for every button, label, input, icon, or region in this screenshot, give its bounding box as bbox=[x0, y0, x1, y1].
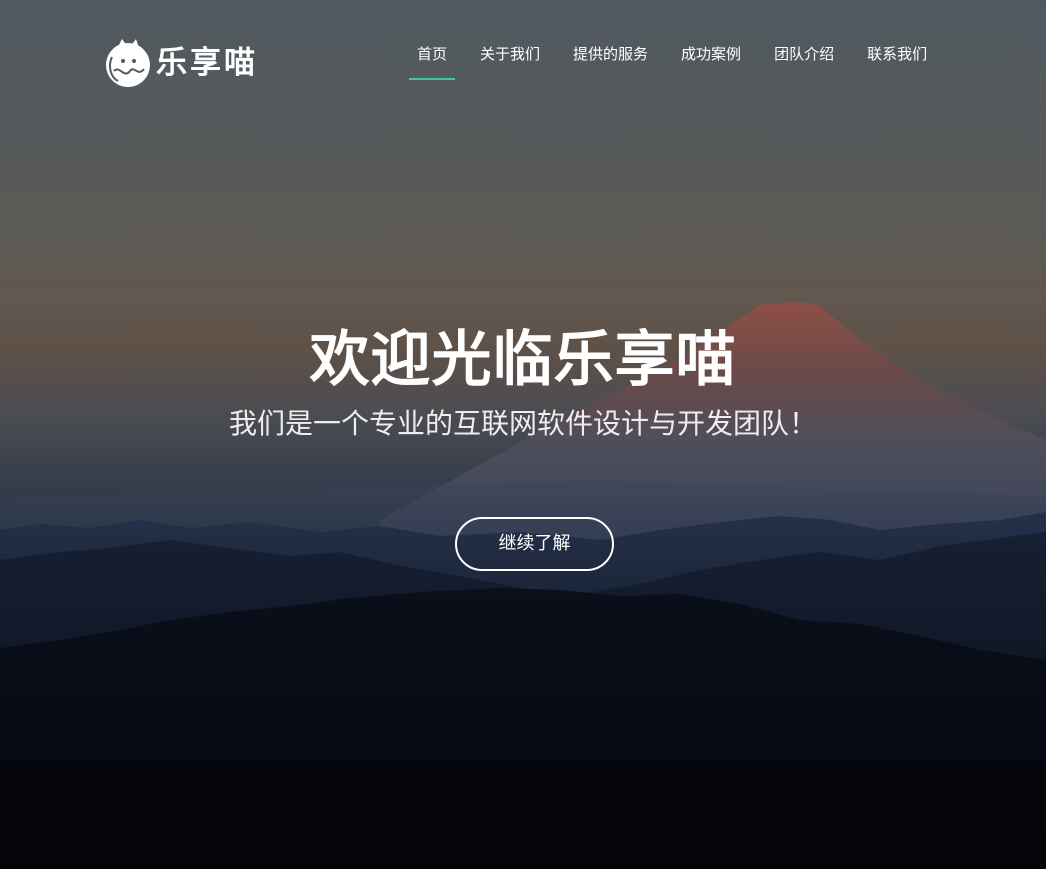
hero-section: 乐享喵 首页 关于我们 提供的服务 成功案例 团队介绍 联系我们 欢迎光临乐享喵… bbox=[0, 0, 1046, 869]
brand-name: 乐享喵 bbox=[156, 44, 258, 81]
hero-subtitle: 我们是一个专业的互联网软件设计与开发团队！ bbox=[228, 407, 817, 440]
nav-item-cases[interactable]: 成功案例 bbox=[671, 42, 751, 78]
brand-logo[interactable]: 乐享喵 bbox=[104, 37, 258, 89]
nav-item-about[interactable]: 关于我们 bbox=[470, 42, 550, 78]
learn-more-button[interactable]: 继续了解 bbox=[455, 517, 614, 571]
cat-icon bbox=[106, 39, 150, 87]
nav-item-services[interactable]: 提供的服务 bbox=[563, 42, 658, 78]
top-navigation: 乐享喵 首页 关于我们 提供的服务 成功案例 团队介绍 联系我们 bbox=[0, 0, 1046, 110]
nav-item-contact[interactable]: 联系我们 bbox=[857, 42, 937, 78]
main-menu: 首页 关于我们 提供的服务 成功案例 团队介绍 联系我们 bbox=[407, 42, 937, 80]
nav-item-home[interactable]: 首页 bbox=[407, 42, 457, 80]
hero-title: 欢迎光临乐享喵 bbox=[309, 325, 737, 395]
nav-item-team[interactable]: 团队介绍 bbox=[764, 42, 844, 78]
